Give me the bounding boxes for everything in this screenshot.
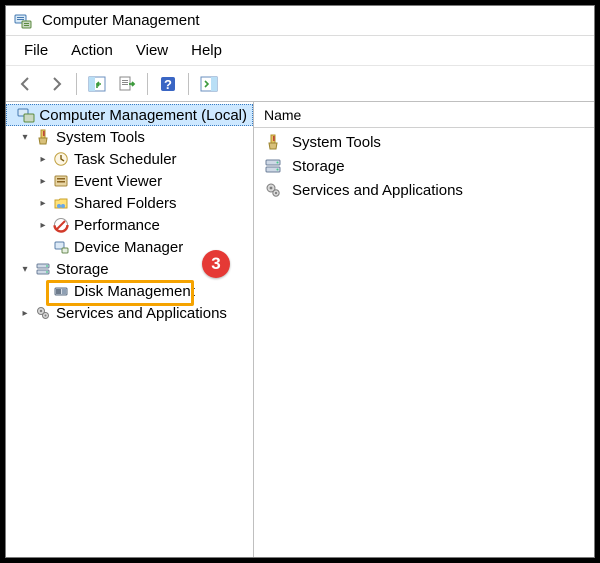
toolbar-separator <box>147 73 148 95</box>
list-pane: Name System Tools Storage <box>254 102 594 557</box>
back-icon <box>17 75 35 93</box>
tree-item-event-viewer[interactable]: Event Viewer <box>6 170 253 192</box>
device-manager-icon <box>52 238 70 256</box>
expander-icon <box>36 284 50 298</box>
event-viewer-icon <box>52 172 70 190</box>
help-icon: ? <box>158 74 178 94</box>
list-item-system-tools[interactable]: System Tools <box>254 130 594 154</box>
column-header-name[interactable]: Name <box>254 104 311 126</box>
tree-item-device-manager[interactable]: Device Manager <box>6 236 253 258</box>
list-item-services-and-applications[interactable]: Services and Applications <box>254 178 594 202</box>
expander-icon[interactable] <box>36 218 50 232</box>
storage-icon <box>34 260 52 278</box>
tree-item-label: Task Scheduler <box>74 151 183 168</box>
tree-item-label: Storage <box>56 261 115 278</box>
tree-item-label: Event Viewer <box>74 173 168 190</box>
shared-folders-icon <box>52 194 70 212</box>
menu-action[interactable]: Action <box>61 39 123 62</box>
menu-file[interactable]: File <box>14 39 58 62</box>
expander-icon[interactable] <box>36 152 50 166</box>
expander-icon[interactable] <box>18 306 32 320</box>
expander-icon <box>10 108 15 122</box>
tree-item-label: System Tools <box>56 129 151 146</box>
tree-item-storage[interactable]: Storage <box>6 258 253 280</box>
workspace: Computer Management (Local) System Tools <box>6 102 594 557</box>
system-tools-icon <box>264 133 282 151</box>
expander-icon <box>36 240 50 254</box>
tree-item-shared-folders[interactable]: Shared Folders <box>6 192 253 214</box>
expander-icon[interactable] <box>36 174 50 188</box>
export-icon <box>117 74 137 94</box>
list-header: Name <box>254 102 594 128</box>
show-hide-actions-button[interactable] <box>195 70 223 98</box>
tree-item-performance[interactable]: Performance <box>6 214 253 236</box>
tree-item-label: Performance <box>74 217 166 234</box>
storage-icon <box>264 157 282 175</box>
list-item-label: Services and Applications <box>292 182 463 199</box>
menu-view[interactable]: View <box>126 39 178 62</box>
list-item-label: Storage <box>292 158 345 175</box>
menu-bar: File Action View Help <box>6 36 594 66</box>
clock-icon <box>52 150 70 168</box>
expander-icon[interactable] <box>18 130 32 144</box>
toolbar-separator <box>188 73 189 95</box>
tree-pane: Computer Management (Local) System Tools <box>6 102 254 557</box>
list-body: System Tools Storage Services and Applic… <box>254 128 594 204</box>
app-icon <box>14 12 32 30</box>
tree-item-label: Disk Management <box>74 283 201 300</box>
performance-icon <box>52 216 70 234</box>
list-item-storage[interactable]: Storage <box>254 154 594 178</box>
actions-pane-icon <box>199 74 219 94</box>
window-frame: Computer Management File Action View Hel… <box>5 5 595 558</box>
show-hide-tree-button[interactable] <box>83 70 111 98</box>
tree-item-computer-management[interactable]: Computer Management (Local) <box>6 104 253 126</box>
tree-pane-icon <box>87 74 107 94</box>
services-apps-icon <box>264 181 282 199</box>
toolbar-separator <box>76 73 77 95</box>
tree-item-services-and-applications[interactable]: Services and Applications <box>6 302 253 324</box>
export-list-button[interactable] <box>113 70 141 98</box>
help-button[interactable]: ? <box>154 70 182 98</box>
tree-item-task-scheduler[interactable]: Task Scheduler <box>6 148 253 170</box>
tree-item-label: Computer Management (Local) <box>39 107 253 124</box>
services-apps-icon <box>34 304 52 322</box>
title-bar: Computer Management <box>6 6 594 36</box>
menu-help[interactable]: Help <box>181 39 232 62</box>
svg-text:?: ? <box>164 77 172 92</box>
window-title: Computer Management <box>42 12 200 29</box>
toolbar: ? <box>6 66 594 102</box>
system-tools-icon <box>34 128 52 146</box>
tree-item-label: Device Manager <box>74 239 189 256</box>
forward-button[interactable] <box>42 70 70 98</box>
computer-management-icon <box>17 106 35 124</box>
tree-item-disk-management[interactable]: Disk Management <box>6 280 253 302</box>
list-item-label: System Tools <box>292 134 381 151</box>
disk-management-icon <box>52 282 70 300</box>
tree-item-system-tools[interactable]: System Tools <box>6 126 253 148</box>
forward-icon <box>47 75 65 93</box>
tree-item-label: Services and Applications <box>56 305 233 322</box>
tree-item-label: Shared Folders <box>74 195 183 212</box>
back-button[interactable] <box>12 70 40 98</box>
expander-icon[interactable] <box>36 196 50 210</box>
expander-icon[interactable] <box>18 262 32 276</box>
